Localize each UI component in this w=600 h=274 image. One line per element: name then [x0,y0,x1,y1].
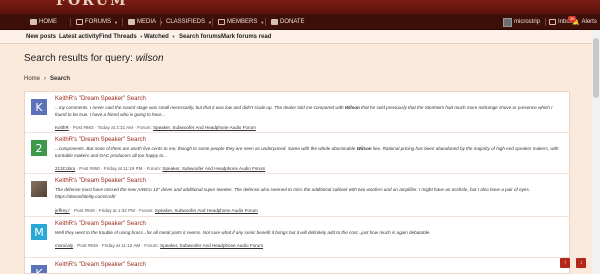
list-item: 2 KeithR's "Dream Speaker" Search ...com… [25,133,569,174]
subnav-search-forums[interactable]: Search forums [179,30,221,44]
avatar[interactable]: M [31,224,47,240]
result-title[interactable]: KeithR's "Dream Speaker" Search [55,96,146,102]
scroll-up-button[interactable]: ↑ [560,258,570,268]
avatar[interactable]: K [31,265,47,273]
nav-divider [265,18,266,26]
scroll-down-button[interactable]: ↓ [576,258,586,268]
chevron-down-icon: ▼ [260,19,265,25]
result-title[interactable]: KeithR's "Dream Speaker" Search [55,137,146,143]
members-icon [218,19,225,25]
result-meta: 213Cobra · Post #950 · Friday at 11:19 P… [55,166,266,171]
nav-divider [70,18,71,26]
list-item: K KeithR's "Dream Speaker" Search [25,258,569,273]
main-nav: HOME FORUMS ▼ MEDIA ▼ CLASSIFIEDS ▼ MEMB… [0,14,600,30]
nav-divider [122,18,123,26]
subnav-latest-activity[interactable]: Latest activity [59,30,99,44]
media-icon [128,19,135,25]
nav-classifieds[interactable]: CLASSIFIEDS ▼ [166,14,212,30]
nav-media-label: MEDIA [137,19,157,25]
chevron-down-icon: ▼ [171,34,176,39]
nav-divider [212,18,213,26]
result-author[interactable]: monicaly [55,243,73,248]
nav-divider [160,18,161,26]
nav-forums[interactable]: FORUMS ▼ [76,14,118,30]
result-meta: jeffrey.r · Post #949 · Friday at 1:32 P… [55,208,258,213]
result-meta: KeithR · Post #983 · Today at 2:31 AM · … [55,125,256,130]
page-title: Search results for query: wilson [24,53,164,64]
list-item: K KeithR's "Dream Speaker" Search ...my … [25,92,569,133]
search-query: wilson [135,53,164,64]
list-item: M KeithR's "Dream Speaker" Search Well t… [25,217,569,258]
chevron-down-icon: ▼ [139,34,144,39]
breadcrumb-home[interactable]: Home [24,76,40,82]
site-header: FORUM [0,0,600,14]
nav-forums-label: FORUMS [85,19,111,25]
subnav-watched-label: Watched [144,34,169,40]
result-snippet: The defense must have missed the new AIW… [55,187,531,199]
chevron-down-icon: ▼ [114,19,118,25]
subnav-mark-read[interactable]: Mark forums read [221,30,271,44]
result-meta: monicaly · Post #948 · Friday at 11:12 A… [55,243,264,248]
nav-divider [545,18,546,26]
subnav-find-threads[interactable]: Find Threads ▼ [99,30,143,44]
home-icon [30,19,37,25]
result-snippet: ...my comments. I never said the sound s… [55,105,553,117]
donate-icon [271,19,278,25]
result-forum-link[interactable]: Speaker, Subwoofer And Headphone Audio F… [155,208,258,213]
result-title[interactable]: KeithR's "Dream Speaker" Search [55,221,146,227]
list-item: KeithR's "Dream Speaker" Search The defe… [25,174,569,217]
sub-nav: New posts Latest activity Find Threads ▼… [0,30,600,44]
nav-donate-label: DONATE [280,19,305,25]
result-title[interactable]: KeithR's "Dream Speaker" Search [55,262,146,268]
nav-user-label: microstrip [514,19,541,25]
breadcrumb-current: Search [50,76,71,82]
result-snippet: ...components. But none of them are wort… [55,146,559,158]
nav-donate[interactable]: DONATE [271,14,305,30]
avatar[interactable] [31,181,47,197]
result-author[interactable]: jeffrey.r [55,208,70,213]
result-title[interactable]: KeithR's "Dream Speaker" Search [55,178,146,184]
nav-home[interactable]: HOME [30,14,57,30]
breadcrumb: Home › Search [24,76,70,82]
site-logo[interactable]: FORUM [56,0,127,9]
result-forum-link[interactable]: Speaker, Subwoofer And Headphone Audio F… [153,125,256,130]
result-snippet: Well they went to the trouble of using b… [55,230,431,235]
result-author[interactable]: KeithR [55,125,69,130]
nav-user[interactable]: microstrip [503,14,540,30]
subnav-find-threads-label: Find Threads [99,34,137,40]
result-author[interactable]: 213Cobra [55,166,75,171]
nav-members-label: MEMBERS [227,19,258,25]
nav-alerts-label: Alerts [581,19,597,25]
result-forum-link[interactable]: Speaker, Subwoofer And Headphone Audio F… [162,166,265,171]
nav-members[interactable]: MEMBERS ▼ [218,14,264,30]
inbox-icon [549,19,556,25]
scrollbar-thumb[interactable] [593,38,599,98]
avatar [503,17,512,27]
search-results-list: K KeithR's "Dream Speaker" Search ...my … [24,91,570,274]
subnav-watched[interactable]: Watched ▼ [144,30,175,44]
page-title-prefix: Search results for query: [24,53,133,64]
nav-home-label: HOME [39,19,57,25]
nav-media[interactable]: MEDIA ▼ [128,14,163,30]
nav-classifieds-label: CLASSIFIEDS [166,19,206,25]
subnav-new-posts[interactable]: New posts [26,30,56,44]
avatar[interactable]: K [31,99,47,115]
result-forum-link[interactable]: Speaker, Subwoofer And Headphone Audio F… [160,243,263,248]
forums-icon [76,19,83,25]
alerts-badge: 36 [568,16,577,22]
breadcrumb-separator: › [44,76,47,82]
avatar[interactable]: 2 [31,140,47,156]
